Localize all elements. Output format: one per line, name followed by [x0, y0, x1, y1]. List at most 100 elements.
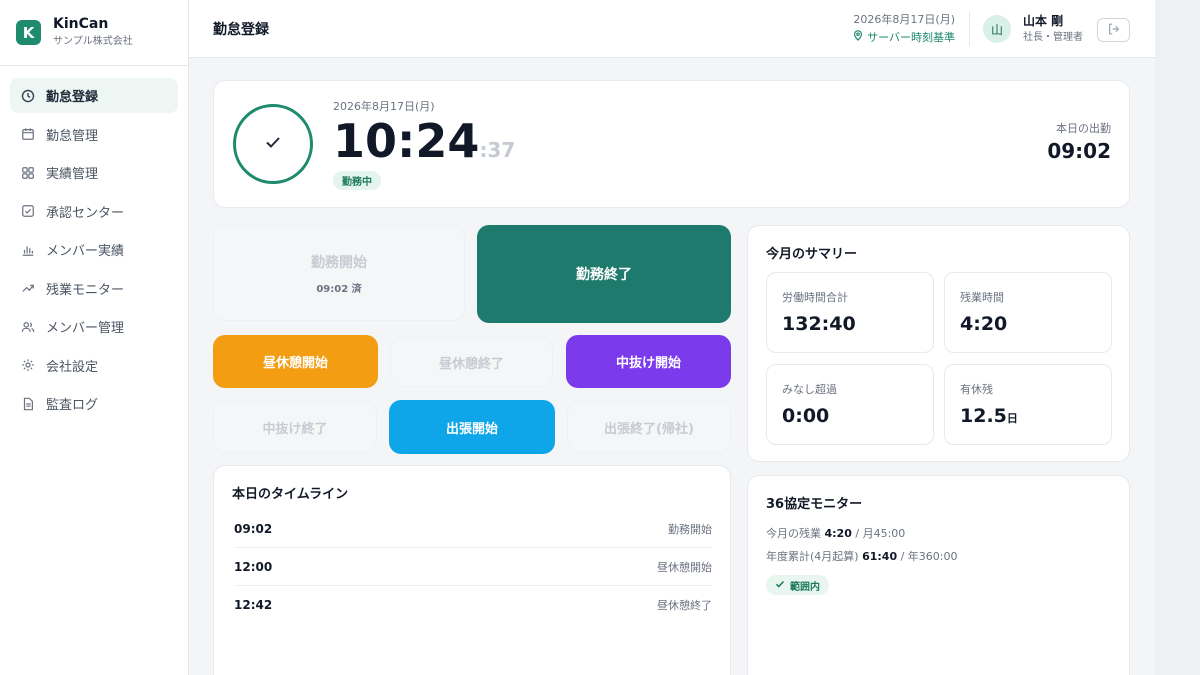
stat-value: 4:20 [960, 313, 1007, 335]
avatar[interactable]: 山 [983, 15, 1011, 43]
step-out-start-button[interactable]: 中抜け開始 [566, 335, 731, 388]
timeline-row: 12:00 昼休憩開始 [234, 548, 712, 586]
today-timeline-card: 本日のタイムライン 09:02 勤務開始 12:00 昼休憩開始 12:42 昼… [213, 465, 731, 675]
timeline-row: 09:02 勤務開始 [234, 510, 712, 548]
monthly-overtime-label: 今月の残業 [766, 527, 825, 540]
sun-gear-icon [20, 357, 36, 373]
monthly-overtime-line: 今月の残業 4:20 / 月45:00 [766, 525, 905, 541]
sidebar-item-approval-center[interactable]: 承認センター [10, 194, 178, 229]
article36-monitor-card: 36協定モニター 今月の残業 4:20 / 月45:00 年度累計(4月起算) … [747, 475, 1130, 675]
sidebar-item-overtime-monitor[interactable]: 残業モニター [10, 271, 178, 306]
annual-overtime-limit: / 年360:00 [897, 550, 958, 563]
work-start-button[interactable]: 勤務開始 09:02 済 [213, 225, 465, 321]
user-info[interactable]: 山本 剛 社長・管理者 [1023, 14, 1083, 45]
grid-icon [20, 165, 36, 181]
monthly-summary-card: 今月のサマリー 労働時間合計 132:40 残業時間 4:20 みなし超過 0:… [747, 225, 1130, 462]
location-pin-icon [853, 30, 863, 45]
kincan-logo-icon: K [16, 20, 41, 45]
timeline-time: 12:42 [234, 598, 273, 612]
stat-total-hours: 労働時間合計 132:40 [766, 272, 934, 353]
lunch-start-button[interactable]: 昼休憩開始 [213, 335, 378, 388]
document-icon [20, 396, 36, 412]
company-name: サンプル株式会社 [53, 36, 133, 47]
server-time-label: サーバー時刻基準 [867, 30, 955, 44]
stat-label: 労働時間合計 [782, 291, 848, 304]
logout-button[interactable] [1097, 18, 1130, 42]
timeline-time: 12:00 [234, 559, 273, 574]
annual-overtime-label: 年度累計(4月起算) [766, 550, 863, 563]
annual-overtime-value: 61:40 [862, 550, 898, 563]
header-divider [969, 12, 970, 46]
monitor-title: 36協定モニター [766, 497, 863, 512]
sidebar-item-label: 勤怠登録 [46, 90, 99, 105]
sidebar-item-label: 監査ログ [46, 398, 99, 413]
timeline-event: 勤務開始 [668, 522, 712, 536]
logout-icon [1107, 21, 1121, 40]
brand-name: KinCan [53, 16, 109, 32]
checkin-label: 本日の出勤 [1056, 122, 1111, 135]
server-time-indicator: サーバー時刻基準 [853, 30, 955, 45]
sidebar-item-member-management[interactable]: メンバー管理 [10, 309, 178, 344]
business-trip-start-button[interactable]: 出張開始 [389, 400, 555, 454]
timeline-title: 本日のタイムライン [232, 487, 349, 502]
stat-deemed-excess: みなし超過 0:00 [766, 364, 934, 445]
sidebar-item-label: 勤怠管理 [46, 128, 99, 144]
status-badge: 勤務中 [333, 171, 381, 190]
sidebar-item-audit-log[interactable]: 監査ログ [10, 386, 178, 421]
sidebar-item-label: 会社設定 [46, 359, 99, 375]
lunch-end-button[interactable]: 昼休憩終了 [390, 337, 553, 387]
step-out-end-button[interactable]: 中抜け終了 [213, 401, 377, 453]
stat-number: 12.5 [960, 405, 1007, 427]
sidebar-item-label: 残業モニター [46, 282, 125, 298]
compliance-status-badge: 範囲内 [766, 575, 829, 595]
monthly-overtime-limit: / 月45:00 [851, 527, 906, 540]
summary-title: 今月のサマリー [766, 247, 858, 262]
brand[interactable]: K KinCan サンプル株式会社 [0, 0, 188, 66]
stat-paid-leave-remaining: 有休残 12.5日 [944, 364, 1112, 445]
timeline-event: 昼休憩開始 [657, 560, 712, 574]
users-icon [20, 319, 36, 335]
work-start-done-time: 09:02 済 [316, 283, 362, 295]
stat-label: みなし超過 [782, 383, 837, 396]
user-role: 社長・管理者 [1023, 32, 1083, 43]
checkmark-icon [262, 131, 284, 157]
status-ring [233, 104, 313, 184]
sidebar: K KinCan サンプル株式会社 勤怠登録 勤怠管理 実績管理 承認センター … [0, 0, 189, 675]
stat-overtime: 残業時間 4:20 [944, 272, 1112, 353]
stat-number: 4:20 [960, 313, 1008, 335]
page-title: 勤怠登録 [213, 21, 269, 38]
sidebar-item-label: メンバー実績 [46, 244, 125, 259]
clock-card: 2026年8月17日(月) 10:24:37 勤務中 本日の出勤 09:02 [213, 80, 1130, 208]
timeline-row: 12:42 昼休憩終了 [234, 586, 712, 624]
header-date-block: 2026年8月17日(月) サーバー時刻基準 [853, 13, 955, 45]
compliance-status-label: 範囲内 [790, 581, 820, 593]
annual-overtime-line: 年度累計(4月起算) 61:40 / 年360:00 [766, 548, 958, 564]
stat-number: 132:40 [782, 313, 856, 335]
timeline-event: 昼休憩終了 [657, 599, 712, 612]
clock-seconds: :37 [479, 138, 516, 162]
sidebar-item-label: 承認センター [46, 205, 125, 221]
stat-number: 0:00 [782, 405, 830, 427]
sidebar-item-performance[interactable]: 実績管理 [10, 155, 178, 190]
sidebar-item-member-performance[interactable]: メンバー実績 [10, 232, 178, 267]
trend-up-icon [20, 280, 36, 296]
check-icon [775, 579, 785, 592]
stat-unit: 日 [1006, 412, 1018, 425]
sidebar-nav: 勤怠登録 勤怠管理 実績管理 承認センター メンバー実績 残業モニター メンバー… [0, 66, 188, 437]
top-header: 勤怠登録 2026年8月17日(月) サーバー時刻基準 山 山本 剛 社長・管理… [189, 0, 1155, 58]
right-gutter [1155, 0, 1200, 675]
checkin-time: 09:02 [1047, 139, 1111, 163]
sidebar-item-attendance-management[interactable]: 勤怠管理 [10, 117, 178, 152]
sidebar-item-company-settings[interactable]: 会社設定 [10, 348, 178, 383]
stat-value: 0:00 [782, 405, 829, 427]
clock-date: 2026年8月17日(月) [333, 100, 435, 113]
bar-chart-icon [20, 242, 36, 258]
sidebar-item-label: 実績管理 [46, 167, 99, 182]
stat-value: 132:40 [782, 313, 856, 335]
stat-label: 有休残 [960, 383, 993, 396]
work-end-button[interactable]: 勤務終了 [477, 225, 731, 323]
business-trip-end-button[interactable]: 出張終了(帰社) [567, 401, 731, 453]
clock-hours-minutes: 10:24 [333, 114, 480, 168]
work-start-label: 勤務開始 [311, 254, 367, 271]
sidebar-item-attendance-register[interactable]: 勤怠登録 [10, 78, 178, 113]
